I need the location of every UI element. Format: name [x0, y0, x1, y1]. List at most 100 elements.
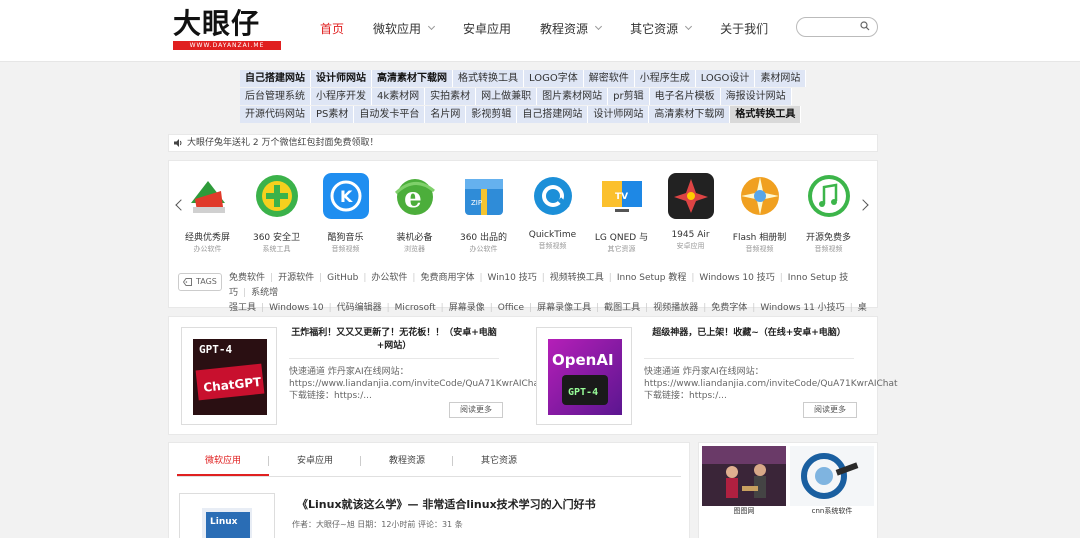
quick-link[interactable]: 自动发卡平台: [354, 106, 426, 123]
tag-link[interactable]: Windows 11 小技巧: [760, 303, 844, 313]
tag-link[interactable]: GitHub: [327, 273, 358, 283]
nav-item[interactable]: 其它资源: [630, 18, 693, 38]
tag-link[interactable]: 办公软件: [371, 273, 407, 283]
app-tile[interactable]: TV LG QNED 与其它资源: [587, 173, 656, 254]
quick-link[interactable]: 格式转换工具: [453, 70, 524, 87]
article-thumb-card[interactable]: OpenAI GPT-4: [536, 327, 632, 425]
svg-text:K: K: [340, 187, 353, 206]
tag-link[interactable]: 免费商用字体: [420, 273, 474, 283]
tag-separator: |: [479, 273, 483, 283]
read-more-button[interactable]: 阅读更多: [449, 402, 503, 418]
app-category[interactable]: 音频视频: [725, 244, 794, 254]
quick-link[interactable]: 影视剪辑: [466, 106, 518, 123]
quick-link[interactable]: 素材网站: [755, 70, 807, 87]
read-more-button[interactable]: 阅读更多: [803, 402, 857, 418]
post-title[interactable]: 《Linux就该这么学》— 非常适合linux技术学习的入门好书: [297, 496, 596, 512]
app-category[interactable]: 音频视频: [311, 244, 380, 254]
app-category[interactable]: 浏览器: [380, 244, 449, 254]
tab-category[interactable]: 其它资源: [453, 453, 545, 476]
app-tile[interactable]: Flash 相册制 音频视频: [725, 173, 794, 254]
tag-link[interactable]: 强工具: [229, 303, 256, 313]
quick-link[interactable]: 图片素材网站: [537, 88, 609, 105]
app-tile[interactable]: 经典优秀屏 办公软件: [173, 173, 242, 254]
app-category[interactable]: 安卓应用: [656, 241, 725, 251]
tag-link[interactable]: 免费字体: [711, 303, 747, 313]
app-tile[interactable]: ZIP 360 出品的 办公软件: [449, 173, 518, 254]
app-icon: K: [322, 173, 369, 219]
tag-link[interactable]: 视频播放器: [653, 303, 698, 313]
tag-separator: |: [596, 303, 600, 313]
app-tile[interactable]: 360 安全卫 系统工具: [242, 173, 311, 254]
nav-item[interactable]: 教程资源: [540, 18, 603, 38]
tab-category[interactable]: 教程资源: [361, 453, 453, 476]
quick-link[interactable]: 网上做兼职: [476, 88, 538, 105]
tag-link[interactable]: Microsoft: [395, 303, 436, 313]
quick-link[interactable]: 小程序生成: [634, 70, 696, 87]
quick-link[interactable]: 设计师网站: [588, 106, 650, 123]
quick-link[interactable]: 高清素材下载网: [372, 70, 453, 87]
tag-link[interactable]: 代码编辑器: [337, 303, 382, 313]
quick-link[interactable]: 实拍素材: [425, 88, 477, 105]
app-tile[interactable]: 1945 Air 安卓应用: [656, 173, 725, 254]
article-thumb-card[interactable]: GPT-4 ChatGPT: [181, 327, 277, 425]
tab-category[interactable]: 微软应用: [177, 453, 269, 476]
tag-link[interactable]: 免费软件: [229, 273, 265, 283]
search-icon[interactable]: [860, 21, 870, 31]
quick-link[interactable]: 设计师网站: [311, 70, 372, 87]
site-logo[interactable]: 大眼仔 WWW.DAYANZAI.ME: [173, 8, 283, 52]
app-category[interactable]: 音频视频: [794, 244, 863, 254]
quick-link[interactable]: 4k素材网: [372, 88, 426, 105]
tab-category[interactable]: 安卓应用: [269, 453, 361, 476]
tag-link[interactable]: Inno Setup 教程: [617, 273, 687, 283]
quick-link[interactable]: 名片网: [425, 106, 467, 123]
tag-link[interactable]: 屏幕录像: [449, 303, 485, 313]
app-category[interactable]: 办公软件: [173, 244, 242, 254]
quick-link[interactable]: pr剪辑: [608, 88, 650, 105]
nav-item[interactable]: 首页: [320, 18, 344, 38]
search-input[interactable]: [805, 21, 861, 39]
tag-link[interactable]: 截图工具: [604, 303, 640, 313]
post-thumbnail[interactable]: Linux: [179, 493, 275, 538]
quick-link[interactable]: 小程序开发: [311, 88, 372, 105]
quick-link[interactable]: 解密软件: [583, 70, 635, 87]
search-box[interactable]: [796, 17, 878, 39]
tag-link[interactable]: 系统增: [251, 288, 278, 298]
app-tile[interactable]: QuickTime 音频视频: [518, 173, 587, 254]
quick-link[interactable]: LOGO字体: [524, 70, 584, 87]
app-tile[interactable]: e 装机必备 浏览器: [380, 173, 449, 254]
nav-label: 其它资源: [630, 21, 679, 36]
quick-link[interactable]: LOGO设计: [695, 70, 756, 87]
quick-link[interactable]: 高清素材下载网: [649, 106, 731, 123]
sidebar-image[interactable]: [790, 446, 874, 506]
app-tile[interactable]: 开源免费多 音频视频: [794, 173, 863, 254]
app-tile[interactable]: K 酷狗音乐 音频视频: [311, 173, 380, 254]
quick-link[interactable]: PS素材: [311, 106, 355, 123]
app-category[interactable]: 办公软件: [449, 244, 518, 254]
quick-link[interactable]: 自己搭建网站: [240, 70, 311, 87]
article-title[interactable]: 王炸福利！又又又更新了！无花板！！（安卓+电脑+网站）: [289, 327, 499, 353]
notice-bar[interactable]: 大眼仔兔年送礼 2 万个微信红包封面免费领取！: [168, 134, 878, 152]
quick-link[interactable]: 开源代码网站: [240, 106, 311, 123]
quick-link[interactable]: 后台管理系统: [240, 88, 311, 105]
tag-link[interactable]: 视频转换工具: [550, 273, 604, 283]
nav-item[interactable]: 安卓应用: [463, 18, 511, 38]
app-category[interactable]: 其它资源: [587, 244, 656, 254]
tag-separator: |: [608, 273, 612, 283]
svg-text:TV: TV: [615, 192, 628, 202]
tag-link[interactable]: Windows 10 技巧: [699, 273, 774, 283]
article-title[interactable]: 超级神器，已上架！收藏~（在线+安卓+电脑）: [644, 327, 854, 340]
tag-link[interactable]: 开源软件: [278, 273, 314, 283]
tag-link[interactable]: Office: [498, 303, 524, 313]
tag-link[interactable]: 屏幕录像工具: [537, 303, 591, 313]
tag-link[interactable]: Win10 技巧: [488, 273, 537, 283]
quick-link[interactable]: 格式转换工具: [730, 106, 802, 123]
tag-link[interactable]: Windows 10: [269, 303, 324, 313]
app-category[interactable]: 系统工具: [242, 244, 311, 254]
nav-item[interactable]: 关于我们: [720, 18, 768, 38]
quick-link[interactable]: 电子名片模板: [649, 88, 721, 105]
sidebar-image[interactable]: [702, 446, 786, 506]
nav-item[interactable]: 微软应用: [373, 18, 436, 38]
quick-link[interactable]: 海报设计网站: [720, 88, 792, 105]
app-category[interactable]: 音频视频: [518, 241, 587, 251]
quick-link[interactable]: 自己搭建网站: [517, 106, 589, 123]
